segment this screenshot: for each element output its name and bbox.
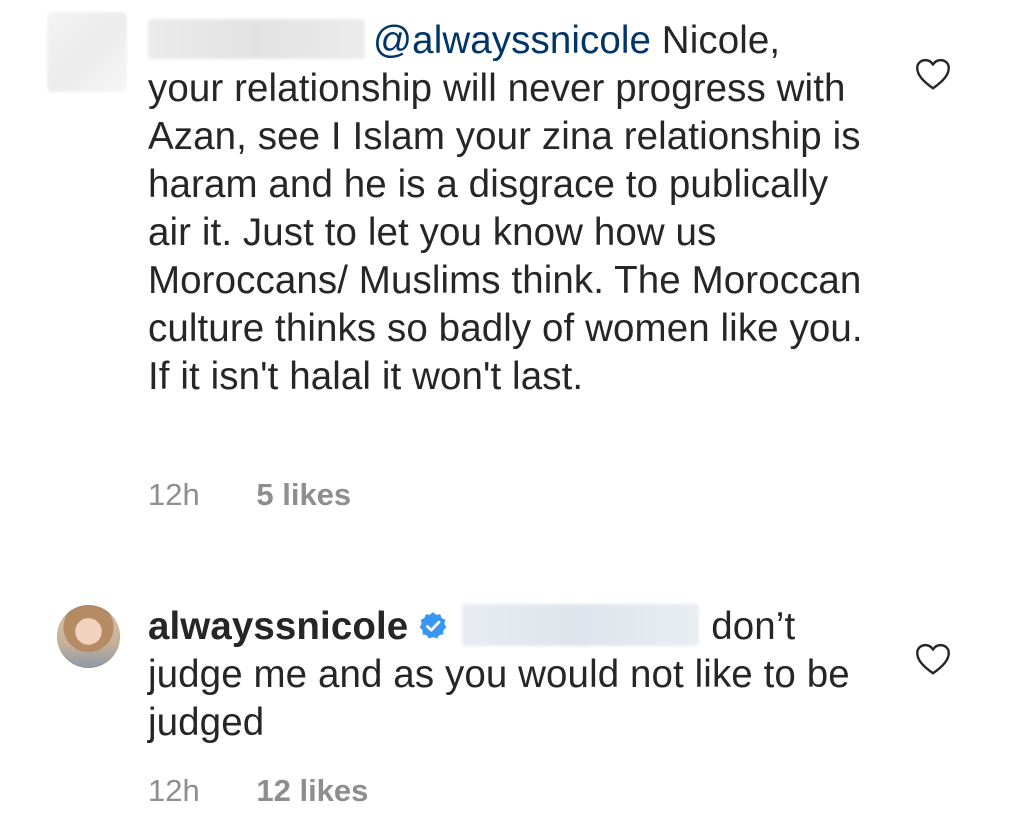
like-button[interactable] xyxy=(915,58,951,90)
likes-count-button[interactable]: 5 likes xyxy=(256,477,351,513)
avatar[interactable] xyxy=(57,605,120,668)
likes-count-button[interactable]: 12 likes xyxy=(256,773,368,809)
heart-outline-icon xyxy=(916,58,950,90)
username-link[interactable]: alwayssnicole xyxy=(148,605,408,648)
comment-meta: 12h 5 likes xyxy=(148,477,351,513)
verified-badge-icon xyxy=(419,611,447,639)
comment-meta: 12h 12 likes xyxy=(148,773,368,809)
mention-link[interactable]: @alwayssnicole xyxy=(373,19,651,62)
comment-text-body: your relationship will never progress wi… xyxy=(148,67,863,398)
comment-text-first-line: Nicole, xyxy=(651,19,781,62)
comment-text: @alwayssnicole Nicole, your relationship… xyxy=(148,17,868,401)
comment-text-first-line: don’t xyxy=(711,605,796,648)
comment-text: alwayssnicole don’t judge me and as you … xyxy=(148,603,868,747)
comment-text-body: judge me and as you would not like to be… xyxy=(148,653,850,744)
comment-timestamp: 12h xyxy=(148,773,200,808)
blurred-mention[interactable] xyxy=(462,603,700,646)
like-button[interactable] xyxy=(915,643,951,675)
comment-timestamp: 12h xyxy=(148,477,200,512)
avatar[interactable] xyxy=(47,12,127,92)
heart-outline-icon xyxy=(916,643,950,675)
blurred-username[interactable] xyxy=(148,18,365,59)
